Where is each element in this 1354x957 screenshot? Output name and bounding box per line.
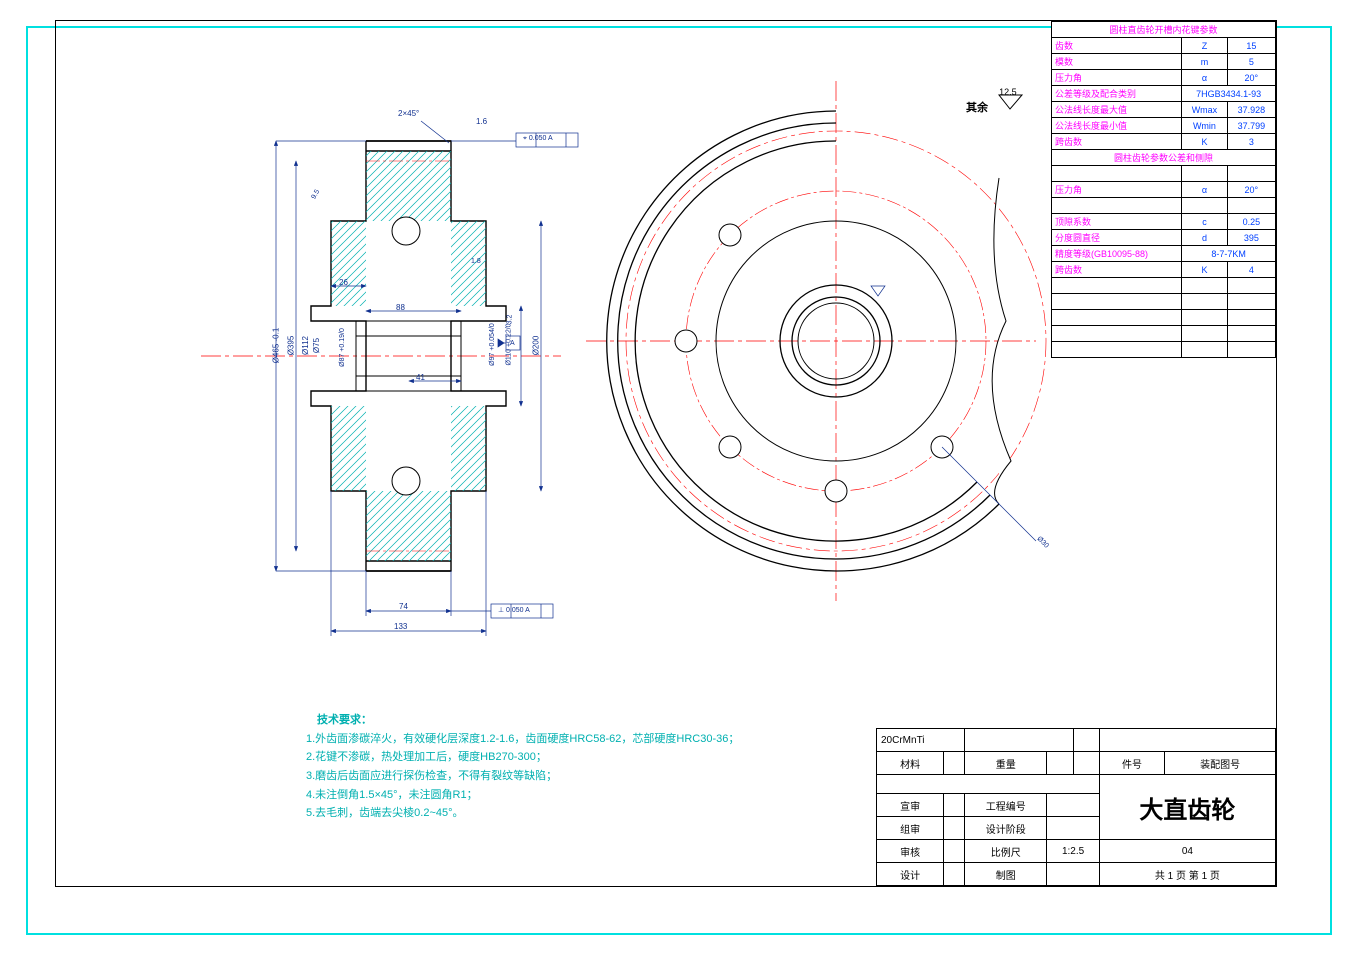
assyno-label: 装配图号 (1165, 752, 1276, 775)
dim-74: 74 (399, 602, 408, 611)
dim-1-8: 1.8 (471, 258, 481, 265)
scale: 1:2.5 (1047, 840, 1099, 863)
surf-3-2: 3.2 (506, 315, 513, 325)
page-info: 共 1 页 第 1 页 (1099, 863, 1275, 886)
gdt-top: ⌖ 0.050 A (523, 135, 553, 143)
drawing-number: 04 (1099, 840, 1275, 863)
material-value: 20CrMnTi (877, 729, 965, 752)
dim-d97: Ø97 +0.054/0 (489, 323, 496, 366)
dim-41: 41 (416, 373, 425, 382)
title-block: 20CrMnTi 材料 重量 件号 装配图号 大直齿轮 宣审 工程编号 组审 设… (876, 728, 1276, 886)
tech-notes-title: 技术要求： (306, 711, 739, 730)
dim-88: 88 (396, 303, 405, 312)
dim-chamfer: 2×45° (398, 109, 419, 118)
drawing-title: 大直齿轮 (1099, 775, 1275, 840)
datum-a: A (510, 340, 515, 347)
gdt-bot: ⊥ 0.050 A (498, 606, 530, 614)
weight-label: 重量 (965, 752, 1047, 775)
tech-note-line: 4.未注倒角1.5×45°，未注圆角R1； (306, 786, 739, 805)
tech-note-line: 1.外齿面渗碳淬火，有效硬化层深度1.2-1.6，齿面硬度HRC58-62，芯部… (306, 730, 739, 749)
dim-133: 133 (394, 622, 407, 631)
dim-d395: Ø395 (286, 336, 295, 356)
tech-note-line: 3.磨齿后齿面应进行探伤检查，不得有裂纹等缺陷； (306, 767, 739, 786)
partno-label: 件号 (1099, 752, 1164, 775)
material-label: 材料 (877, 752, 944, 775)
dim-d75: Ø75 (312, 338, 321, 353)
tech-note-line: 5.去毛刺，齿端去尖棱0.2~45°。 (306, 804, 739, 823)
dim-d112: Ø112 (301, 336, 310, 355)
dim-surf-1-6: 1.6 (476, 117, 487, 126)
tech-note-line: 2.花键不渗碳，热处理加工后，硬度HB270-300； (306, 748, 739, 767)
technical-requirements: 技术要求： 1.外齿面渗碳淬火，有效硬化层深度1.2-1.6，齿面硬度HRC58… (306, 711, 739, 823)
dim-d200: Ø200 (531, 336, 540, 356)
dim-26: 26 (339, 278, 348, 287)
dim-d87: Ø87 +0.19/0 (339, 328, 346, 367)
dim-d465: Ø465 -0.1 (271, 328, 280, 364)
